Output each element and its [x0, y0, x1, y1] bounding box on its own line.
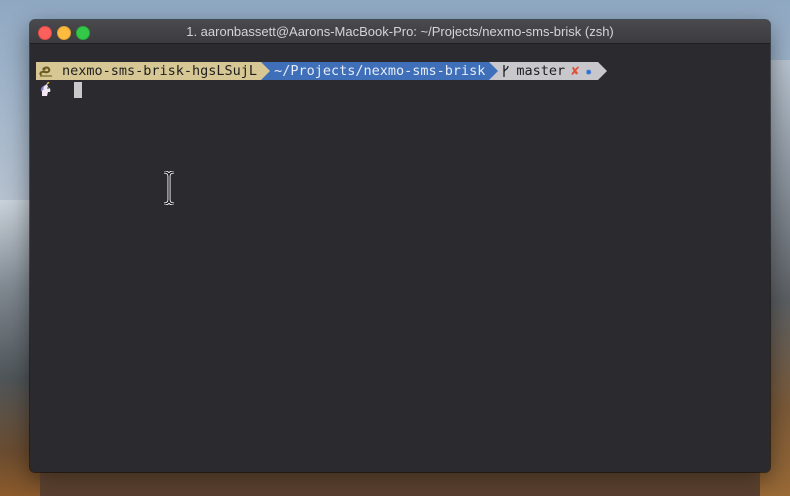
prompt-segment-virtualenv: nexmo-sms-brisk-hgsLSujL — [36, 62, 262, 80]
current-directory: ~/Projects/nexmo-sms-brisk — [274, 63, 486, 79]
segment-separator — [489, 62, 499, 80]
virtualenv-name: nexmo-sms-brisk-hgsLSujL — [62, 63, 258, 79]
terminal-window: 1. aaronbassett@Aarons-MacBook-Pro: ~/Pr… — [30, 20, 770, 472]
title-bar[interactable]: 1. aaronbassett@Aarons-MacBook-Pro: ~/Pr… — [30, 20, 770, 44]
text-cursor — [74, 82, 82, 98]
prompt-segment-git: master ✘ ✹ — [498, 62, 598, 80]
git-dirty-indicator: ✘ — [571, 63, 580, 79]
prompt-segment-path: ~/Projects/nexmo-sms-brisk — [270, 62, 490, 80]
git-staged-indicator: ✹ — [585, 64, 592, 78]
terminal-content[interactable]: nexmo-sms-brisk-hgsLSujL ~/Projects/nexm… — [30, 44, 770, 472]
python-snake-icon — [39, 66, 52, 77]
window-title: 1. aaronbassett@Aarons-MacBook-Pro: ~/Pr… — [186, 24, 614, 39]
mouse-ibeam-pointer — [163, 171, 175, 205]
input-line[interactable] — [38, 81, 82, 99]
git-branch-icon — [503, 65, 510, 77]
segment-separator — [597, 62, 607, 80]
segment-separator — [261, 62, 271, 80]
shell-prompt: nexmo-sms-brisk-hgsLSujL ~/Projects/nexm… — [36, 62, 607, 80]
unicorn-icon — [40, 82, 51, 96]
git-branch-name: master — [516, 63, 566, 79]
